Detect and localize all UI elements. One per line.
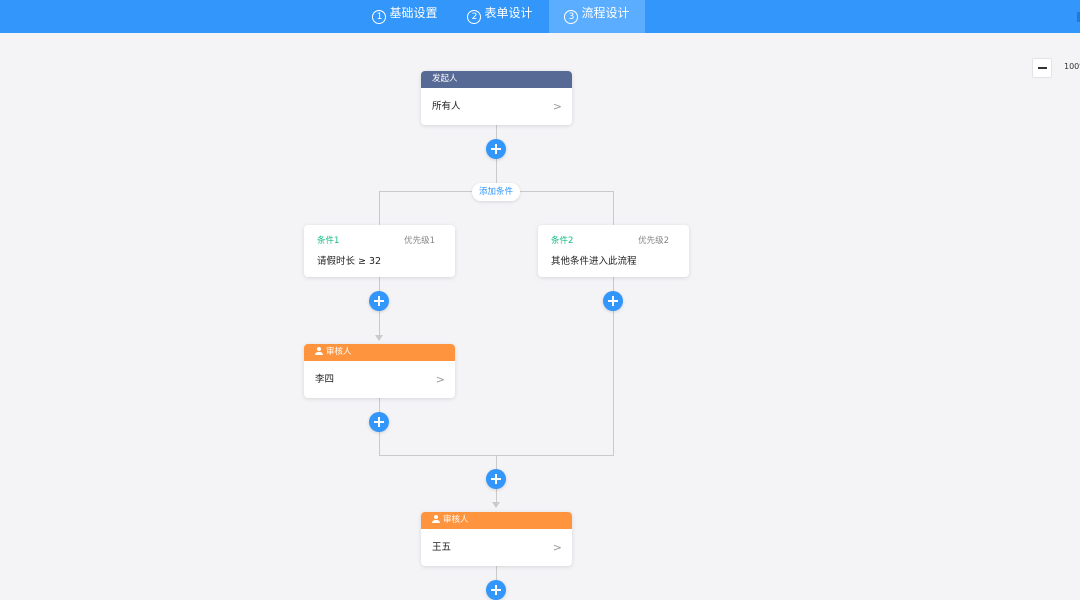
step-number: 1 bbox=[372, 10, 387, 24]
add-condition-button[interactable]: 添加条件 bbox=[472, 183, 520, 201]
step-label: 基础设置 bbox=[389, 6, 438, 20]
user-icon bbox=[432, 515, 440, 523]
add-node-button[interactable] bbox=[369, 412, 389, 432]
initiator-node-body: 所有人 > bbox=[421, 88, 572, 125]
chevron-right-icon: > bbox=[552, 541, 562, 554]
user-icon bbox=[315, 347, 323, 355]
step-number: 2 bbox=[467, 10, 482, 24]
condition-node-2[interactable]: 条件2 优先级2 其他条件进入此流程 bbox=[538, 225, 689, 277]
zoom-out-button[interactable] bbox=[1032, 58, 1052, 78]
step-label: 表单设计 bbox=[484, 6, 533, 20]
approver-node-1[interactable]: 审核人 李四 > bbox=[304, 344, 455, 398]
add-node-button[interactable] bbox=[486, 139, 506, 159]
chevron-right-icon: > bbox=[435, 373, 445, 386]
step-form-design[interactable]: 2 表单设计 bbox=[456, 0, 544, 33]
connector-line bbox=[379, 191, 380, 226]
step-label: 流程设计 bbox=[581, 6, 630, 20]
approver-node-body: 王五 > bbox=[421, 529, 572, 566]
condition-priority: 优先级1 bbox=[404, 236, 435, 246]
add-node-button[interactable] bbox=[486, 469, 506, 489]
add-node-button[interactable] bbox=[486, 580, 506, 600]
add-node-button[interactable] bbox=[603, 291, 623, 311]
arrow-icon bbox=[492, 502, 500, 508]
condition-text: 请假时长 ≥ 32 bbox=[317, 256, 382, 267]
condition-priority: 优先级2 bbox=[638, 236, 669, 246]
connector-line bbox=[613, 191, 614, 226]
approver-node-body: 李四 > bbox=[304, 361, 455, 398]
initiator-node-header: 发起人 bbox=[421, 71, 572, 88]
minus-icon bbox=[1038, 67, 1047, 69]
condition-text: 其他条件进入此流程 bbox=[551, 256, 637, 267]
initiator-node[interactable]: 发起人 所有人 > bbox=[421, 71, 572, 125]
condition-title: 条件1 bbox=[317, 236, 340, 246]
step-number: 3 bbox=[564, 10, 579, 24]
condition-title: 条件2 bbox=[551, 236, 574, 246]
initiator-node-content: 所有人 bbox=[432, 101, 461, 112]
arrow-icon bbox=[375, 335, 383, 341]
step-flow-design[interactable]: 3 流程设计 bbox=[549, 0, 645, 33]
approver-name: 李四 bbox=[315, 374, 335, 385]
chevron-right-icon: > bbox=[552, 100, 562, 113]
approver-node-header: 审核人 bbox=[304, 344, 455, 361]
approver-title: 审核人 bbox=[326, 347, 352, 357]
condition-node-1[interactable]: 条件1 优先级1 请假时长 ≥ 32 bbox=[304, 225, 455, 277]
approver-name: 王五 bbox=[432, 542, 452, 553]
add-node-button[interactable] bbox=[369, 291, 389, 311]
top-step-bar: 1 基础设置 2 表单设计 3 流程设计 bbox=[0, 0, 1080, 33]
approver-node-header: 审核人 bbox=[421, 512, 572, 529]
approver-node-2[interactable]: 审核人 王五 > bbox=[421, 512, 572, 566]
approver-title: 审核人 bbox=[443, 515, 469, 525]
step-basic-settings[interactable]: 1 基础设置 bbox=[361, 0, 449, 33]
zoom-level: 100% bbox=[1064, 62, 1080, 71]
